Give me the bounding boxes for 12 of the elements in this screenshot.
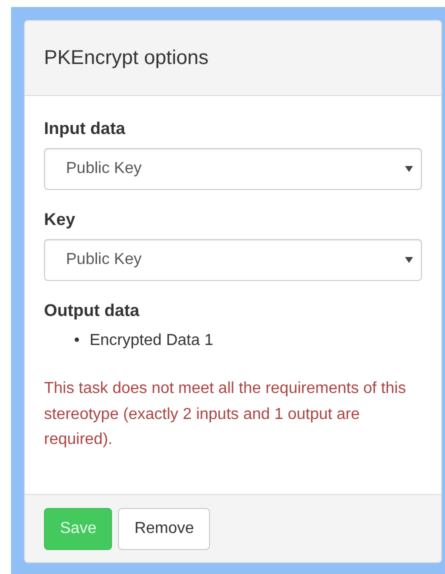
output-item: Encrypted Data 1 [90, 331, 214, 351]
section-label: Output data [44, 301, 140, 321]
select-field[interactable]: Public Key [44, 148, 422, 190]
caret-icon [405, 166, 413, 172]
panel-title: PKEncrypt options [44, 46, 209, 70]
select-field[interactable]: Public Key [44, 239, 422, 281]
bullet: • [74, 331, 80, 351]
remove-button[interactable]: Remove [118, 508, 210, 550]
caret-icon [405, 257, 413, 263]
field-label: Input data [44, 119, 126, 139]
error-message: This task does not meet all the requirements of this stereotype (exactly 2 inputs and 1 output are required). [44, 379, 407, 450]
field-label: Key [44, 210, 76, 230]
